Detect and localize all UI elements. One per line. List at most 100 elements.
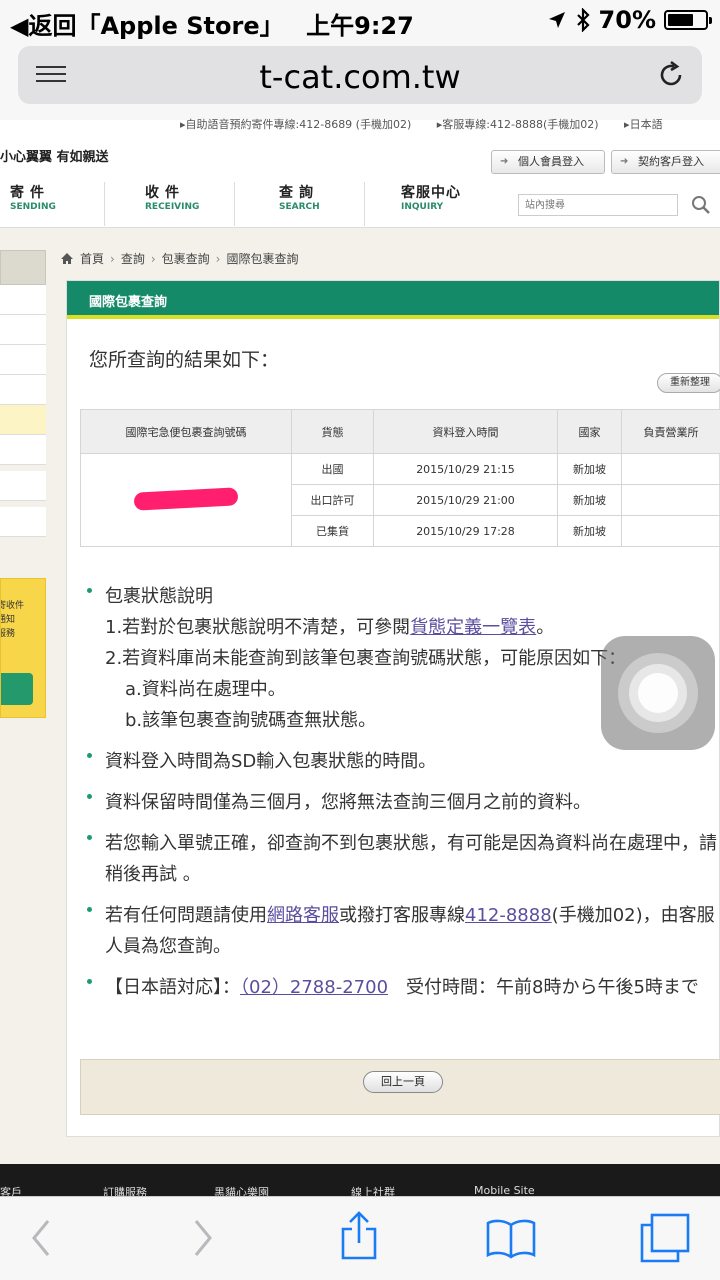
promo-text: 寄收件 通知 服務 bbox=[1, 601, 25, 639]
country-cell: 新加坡 bbox=[557, 515, 622, 547]
results-table: 國際宅急便包裹查詢號碼 貨態 資料登入時間 國家 負責營業所 出國 2015/1… bbox=[80, 409, 720, 547]
note-retention: 資料保留時間僅為三個月，您將無法查詢三個月之前的資料。 bbox=[87, 787, 717, 818]
result-heading: 您所查詢的結果如下： bbox=[89, 349, 280, 371]
nav-sublabel: RECEIVING bbox=[145, 202, 200, 212]
country-cell: 新加坡 bbox=[557, 484, 622, 516]
office-cell bbox=[621, 484, 720, 516]
forward-icon[interactable] bbox=[190, 1217, 216, 1259]
refresh-button[interactable]: 重新整理 bbox=[657, 373, 720, 393]
url-text[interactable]: t-cat.com.tw bbox=[18, 58, 702, 96]
note-text: 。 bbox=[536, 617, 555, 638]
note-text: 【日本語対応】： bbox=[105, 977, 240, 998]
back-bar: 回上一頁 bbox=[80, 1059, 720, 1115]
share-icon[interactable] bbox=[338, 1211, 380, 1261]
sidebar-item[interactable] bbox=[0, 345, 46, 375]
hotline-service: ▸客服專線:412-8888(手機加02) bbox=[436, 118, 599, 131]
chevron-right-icon: › bbox=[110, 251, 115, 266]
nav-label: 寄件 bbox=[10, 185, 50, 201]
nav-search[interactable]: 查詢 SEARCH bbox=[235, 182, 365, 226]
sidebar-item[interactable] bbox=[0, 315, 46, 345]
hotline-booking: ▸自助語音預約寄件專線:412-8689 (手機加02) bbox=[180, 118, 412, 131]
hotline-strip: ▸自助語音預約寄件專線:412-8689 (手機加02) ▸客服專線:412-8… bbox=[180, 116, 685, 132]
assistive-touch-button[interactable] bbox=[601, 636, 715, 750]
time-cell: 2015/10/29 17:28 bbox=[373, 515, 558, 547]
tracking-number-cell bbox=[80, 453, 292, 547]
sidebar-item[interactable] bbox=[0, 471, 46, 501]
address-bar[interactable]: t-cat.com.tw bbox=[18, 46, 702, 104]
promo-button[interactable] bbox=[1, 673, 33, 705]
nav-receiving[interactable]: 收件 RECEIVING bbox=[105, 182, 235, 226]
status-icons: 70% bbox=[547, 6, 712, 34]
online-service-link[interactable]: 網路客服 bbox=[267, 905, 339, 926]
note-processing: 若您輸入單號正確，卻查詢不到包裹狀態，有可能是因為資料尚在處理中，請稍後再試 。 bbox=[87, 828, 717, 890]
back-icon[interactable] bbox=[28, 1217, 54, 1259]
chevron-right-icon: › bbox=[215, 251, 221, 266]
browser-address-area: t-cat.com.tw bbox=[0, 40, 720, 120]
note-japanese: 【日本語対応】：（02）2788-2700 受付時間：午前8時から午後5時まで bbox=[87, 972, 717, 1003]
slogan: 小心翼翼 有如親送 bbox=[0, 150, 109, 165]
panel-title: 國際包裹查詢 bbox=[67, 281, 719, 319]
member-login-button[interactable]: 個人會員登入 bbox=[491, 150, 605, 174]
battery-percent: 70% bbox=[598, 6, 656, 34]
note-text: 受付時間：午前8時から午後5時まで bbox=[388, 977, 699, 998]
status-cell: 出口許可 bbox=[291, 484, 374, 516]
status-definition-link[interactable]: 貨態定義一覽表 bbox=[410, 617, 536, 638]
site-footer: 客戶 訂購服務 黑貓心樂園 線上社群 Mobile Site bbox=[0, 1164, 720, 1199]
breadcrumb: 首頁 › 查詢 › 包裹查詢 › 國際包裹查詢 bbox=[60, 250, 299, 267]
main-nav: 寄件 SENDING 收件 RECEIVING 查詢 SEARCH 客服中心 I… bbox=[0, 182, 515, 226]
breadcrumb-home[interactable]: 首頁 bbox=[80, 250, 104, 267]
nav-sublabel: SENDING bbox=[10, 202, 56, 212]
japanese-link[interactable]: ▸日本語 bbox=[624, 118, 663, 131]
hotline-link[interactable]: 412-8888 bbox=[465, 905, 552, 926]
note-contact: 若有任何問題請使用網路客服或撥打客服專線412-8888(手機加02)，由客服人… bbox=[87, 900, 717, 962]
table-header-row: 國際宅急便包裹查詢號碼 貨態 資料登入時間 國家 負責營業所 bbox=[80, 409, 720, 454]
note-text: 或撥打客服專線 bbox=[339, 905, 465, 926]
tabs-icon[interactable] bbox=[638, 1211, 692, 1263]
site-header: ▸自助語音預約寄件專線:412-8689 (手機加02) ▸客服專線:412-8… bbox=[0, 118, 720, 228]
note-title: 包裹狀態說明 bbox=[105, 586, 213, 607]
battery-fill bbox=[668, 14, 694, 26]
col-country: 國家 bbox=[557, 409, 622, 454]
breadcrumb-search[interactable]: 查詢 bbox=[121, 250, 145, 267]
status-cell: 出國 bbox=[291, 453, 374, 485]
nav-label: 客服中心 bbox=[401, 185, 461, 201]
time-cell: 2015/10/29 21:00 bbox=[373, 484, 558, 516]
note-text: 1.若對於包裹狀態說明不清楚，可參閱 bbox=[105, 617, 411, 638]
note-text: 若有任何問題請使用 bbox=[105, 905, 267, 926]
sidebar-item[interactable] bbox=[0, 435, 46, 465]
back-button[interactable]: 回上一頁 bbox=[363, 1071, 443, 1093]
battery-icon bbox=[664, 10, 712, 30]
sidebar-item-active[interactable] bbox=[0, 405, 46, 435]
sidebar-item[interactable] bbox=[0, 285, 46, 315]
col-tracking-number: 國際宅急便包裹查詢號碼 bbox=[80, 409, 292, 454]
office-cell bbox=[621, 515, 720, 547]
location-arrow-icon bbox=[548, 12, 565, 28]
bookmarks-icon[interactable] bbox=[484, 1217, 538, 1259]
col-time: 資料登入時間 bbox=[373, 409, 558, 454]
contract-login-button[interactable]: 契約客戶登入 bbox=[611, 150, 720, 174]
nav-inquiry[interactable]: 客服中心 INQUIRY bbox=[365, 182, 495, 226]
time-cell: 2015/10/29 21:15 bbox=[373, 453, 558, 485]
col-office: 負責營業所 bbox=[621, 409, 720, 454]
nav-sublabel: SEARCH bbox=[279, 202, 320, 212]
nav-label: 收件 bbox=[145, 185, 185, 201]
reload-icon[interactable] bbox=[656, 60, 686, 90]
search-icon[interactable] bbox=[682, 192, 720, 218]
sidebar-item[interactable] bbox=[0, 507, 46, 537]
nav-sending[interactable]: 寄件 SENDING bbox=[0, 182, 105, 226]
status-cell: 已集貨 bbox=[291, 515, 374, 547]
chevron-right-icon: › bbox=[150, 251, 156, 266]
site-search-input[interactable] bbox=[518, 194, 678, 216]
sidebar-item[interactable] bbox=[0, 375, 46, 405]
status-bar: ◀返回「Apple Store」 上午9:27 70% bbox=[0, 0, 720, 40]
country-cell: 新加坡 bbox=[557, 453, 622, 485]
breadcrumb-current: 國際包裹查詢 bbox=[226, 252, 299, 266]
left-sidebar: 寄收件 通知 服務 bbox=[0, 250, 46, 718]
breadcrumb-parcel[interactable]: 包裹查詢 bbox=[162, 250, 210, 267]
sidebar-promo[interactable]: 寄收件 通知 服務 bbox=[0, 578, 46, 718]
note-login-time: 資料登入時間為SD輸入包裹狀態的時間。 bbox=[87, 746, 717, 777]
col-status: 貨態 bbox=[291, 409, 374, 454]
nav-label: 查詢 bbox=[279, 185, 319, 201]
home-icon bbox=[61, 253, 73, 264]
japanese-phone-link[interactable]: （02）2788-2700 bbox=[240, 977, 388, 998]
